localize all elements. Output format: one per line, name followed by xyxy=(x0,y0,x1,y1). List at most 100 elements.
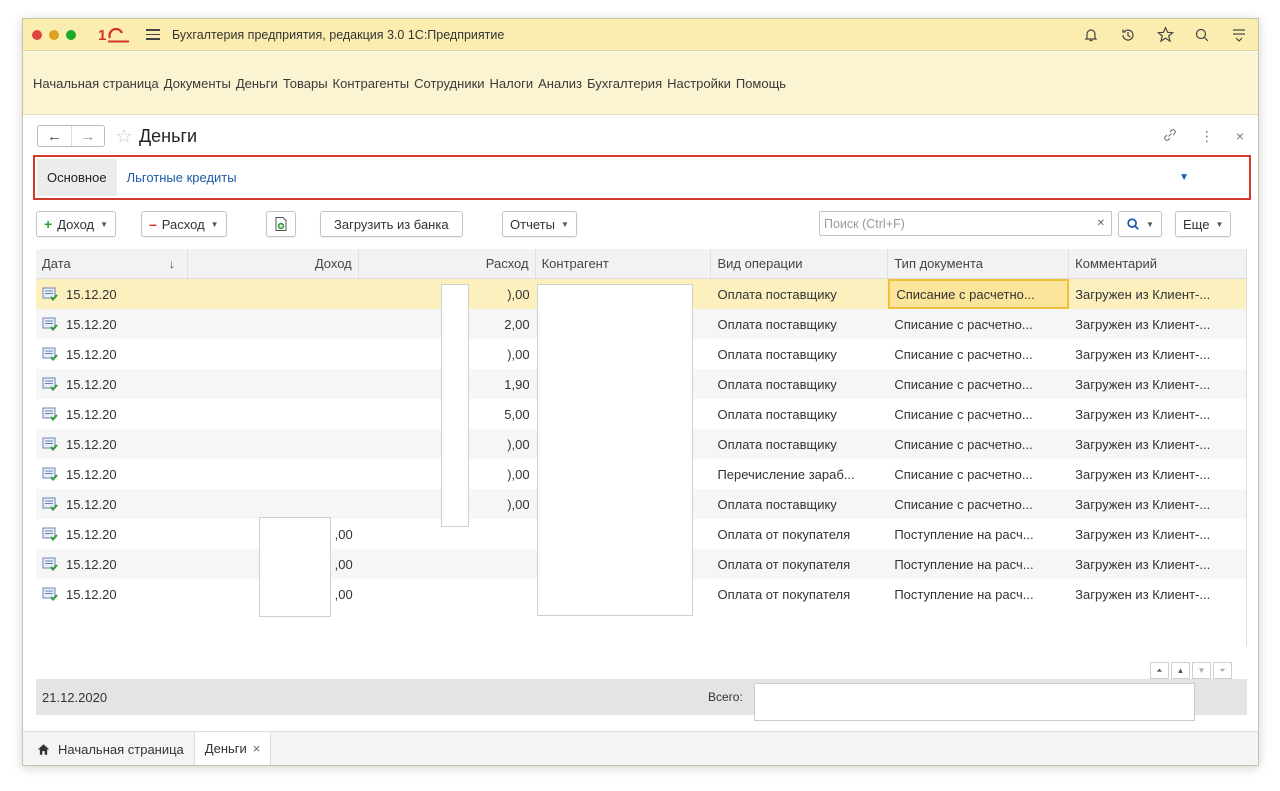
column-date-label: Дата xyxy=(42,256,71,271)
window-tab-home-label: Начальная страница xyxy=(58,742,184,757)
column-expense[interactable]: Расход xyxy=(359,249,536,278)
menu-item-analysis[interactable]: Анализ xyxy=(538,76,582,91)
open-windows-bar: Начальная страница Деньги × xyxy=(23,731,1258,765)
cell-date-text: 15.12.20 xyxy=(66,436,117,452)
tab-main[interactable]: Основное xyxy=(37,159,117,196)
menu-item-documents[interactable]: Документы xyxy=(164,76,231,91)
main-menu-icon[interactable] xyxy=(146,29,160,40)
window-tab-home[interactable]: Начальная страница xyxy=(23,732,195,765)
sort-indicator-icon: ↓ xyxy=(168,256,175,271)
cell-date: 15.12.20 xyxy=(36,489,188,519)
load-from-bank-button[interactable]: Загрузить из банка xyxy=(320,211,463,237)
cell-comment: Загружен из Клиент-... xyxy=(1075,526,1211,542)
plus-icon: + xyxy=(44,216,53,232)
cell-date: 15.12.20 xyxy=(36,579,188,609)
menu-item-money[interactable]: Деньги xyxy=(236,76,278,91)
sections-menu: Начальная страница Документы Деньги Това… xyxy=(23,52,1258,115)
tabs-dropdown-icon[interactable]: ▼ xyxy=(1179,172,1189,183)
cell-operation: Оплата поставщику xyxy=(717,376,837,392)
cell-comment: Загружен из Клиент-... xyxy=(1075,436,1211,452)
posted-document-icon xyxy=(42,407,58,421)
cell-date: 15.12.20 xyxy=(36,519,188,549)
posted-document-icon xyxy=(42,557,58,571)
more-button-label: Еще xyxy=(1183,216,1210,232)
footer-date: 21.12.2020 xyxy=(42,689,108,705)
cell-doc-type: Поступление на расч... xyxy=(894,586,1034,602)
scroll-bottom-icon[interactable]: ⏷ xyxy=(1213,662,1232,679)
redaction-mask xyxy=(537,284,693,616)
cell-comment: Загружен из Клиент-... xyxy=(1075,286,1211,302)
new-document-icon xyxy=(275,217,287,231)
nav-buttons: ← → xyxy=(37,125,105,147)
posted-document-icon xyxy=(42,497,58,511)
menu-item-goods[interactable]: Товары xyxy=(283,76,328,91)
expense-button[interactable]: – Расход ▼ xyxy=(141,211,227,237)
menu-item-employees[interactable]: Сотрудники xyxy=(414,76,484,91)
close-form-icon[interactable]: × xyxy=(1236,128,1244,144)
form-tabs-panel: Основное Льготные кредиты ▼ xyxy=(33,155,1251,200)
column-comment[interactable]: Комментарий xyxy=(1069,249,1246,278)
chevron-down-icon: ▼ xyxy=(100,219,109,229)
posted-document-icon xyxy=(42,317,58,331)
menu-item-accounting[interactable]: Бухгалтерия xyxy=(587,76,662,91)
menu-item-counterparties[interactable]: Контрагенты xyxy=(333,76,410,91)
menu-item-home[interactable]: Начальная страница xyxy=(33,76,159,91)
minus-icon: – xyxy=(149,216,157,232)
bell-icon[interactable] xyxy=(1082,26,1100,44)
cell-doc-type: Списание с расчетно... xyxy=(894,496,1033,512)
cell-operation: Перечисление зараб... xyxy=(717,466,855,482)
menu-item-help[interactable]: Помощь xyxy=(736,76,786,91)
home-icon xyxy=(37,744,50,755)
scroll-down-icon[interactable]: ▼ xyxy=(1192,662,1211,679)
cell-income xyxy=(188,339,359,369)
search-icon[interactable] xyxy=(1193,26,1211,44)
link-icon[interactable] xyxy=(1162,127,1178,146)
cell-date: 15.12.20 xyxy=(36,339,188,369)
total-label: Всего: xyxy=(708,690,743,704)
more-actions-icon[interactable]: ⋮ xyxy=(1200,128,1214,145)
chevron-down-icon: ▼ xyxy=(1146,219,1154,229)
window-controls xyxy=(32,29,76,40)
reports-button-label: Отчеты xyxy=(510,216,555,232)
search-options-button[interactable]: ▼ xyxy=(1118,211,1162,237)
add-favorite-star-icon[interactable]: ☆ xyxy=(115,124,133,149)
scroll-up-icon[interactable]: ▲ xyxy=(1171,662,1190,679)
create-document-button[interactable] xyxy=(266,211,296,237)
cell-comment: Загружен из Клиент-... xyxy=(1075,316,1211,332)
history-icon[interactable] xyxy=(1119,26,1137,44)
clear-search-icon[interactable]: ✕ xyxy=(1097,218,1105,229)
cell-doc-type: Списание с расчетно... xyxy=(894,316,1033,332)
column-income[interactable]: Доход xyxy=(188,249,359,278)
scroll-top-icon[interactable]: ⏶ xyxy=(1150,662,1169,679)
minimize-window-button[interactable] xyxy=(49,29,59,40)
menu-item-taxes[interactable]: Налоги xyxy=(490,76,534,91)
column-operation[interactable]: Вид операции xyxy=(711,249,889,278)
cell-doc-type: Списание с расчетно... xyxy=(894,466,1033,482)
favorites-star-icon[interactable] xyxy=(1156,26,1174,44)
reports-button[interactable]: Отчеты ▼ xyxy=(502,211,577,237)
search-input[interactable]: Поиск (Ctrl+F) ✕ xyxy=(819,211,1112,236)
posted-document-icon xyxy=(42,437,58,451)
cell-operation: Оплата поставщику xyxy=(717,286,837,302)
column-doc-type[interactable]: Тип документа xyxy=(888,249,1070,278)
column-date[interactable]: Дата ↓ xyxy=(36,249,188,278)
cell-date: 15.12.20 xyxy=(36,549,188,579)
window-tab-money[interactable]: Деньги × xyxy=(194,732,272,765)
close-window-button[interactable] xyxy=(32,29,42,40)
menu-item-settings[interactable]: Настройки xyxy=(667,76,731,91)
cell-operation: Оплата поставщику xyxy=(717,496,837,512)
tab-preferential-loans[interactable]: Льготные кредиты xyxy=(117,159,247,196)
back-button[interactable]: ← xyxy=(38,126,71,146)
more-button[interactable]: Еще ▼ xyxy=(1175,211,1232,237)
cell-doc-type: Списание с расчетно... xyxy=(894,346,1033,362)
cell-date: 15.12.20 xyxy=(36,429,188,459)
income-button[interactable]: + Доход ▼ xyxy=(36,211,117,237)
close-tab-icon[interactable]: × xyxy=(253,741,261,756)
cell-doc-type: Списание с расчетно... xyxy=(888,279,1070,309)
settings-menu-icon[interactable] xyxy=(1230,26,1248,44)
forward-button[interactable]: → xyxy=(71,126,104,146)
posted-document-icon xyxy=(42,587,58,601)
title-bar: 1 Бухгалтерия предприятия, редакция 3.0 … xyxy=(23,19,1258,51)
column-counterparty[interactable]: Контрагент xyxy=(536,249,712,278)
maximize-window-button[interactable] xyxy=(66,29,76,40)
